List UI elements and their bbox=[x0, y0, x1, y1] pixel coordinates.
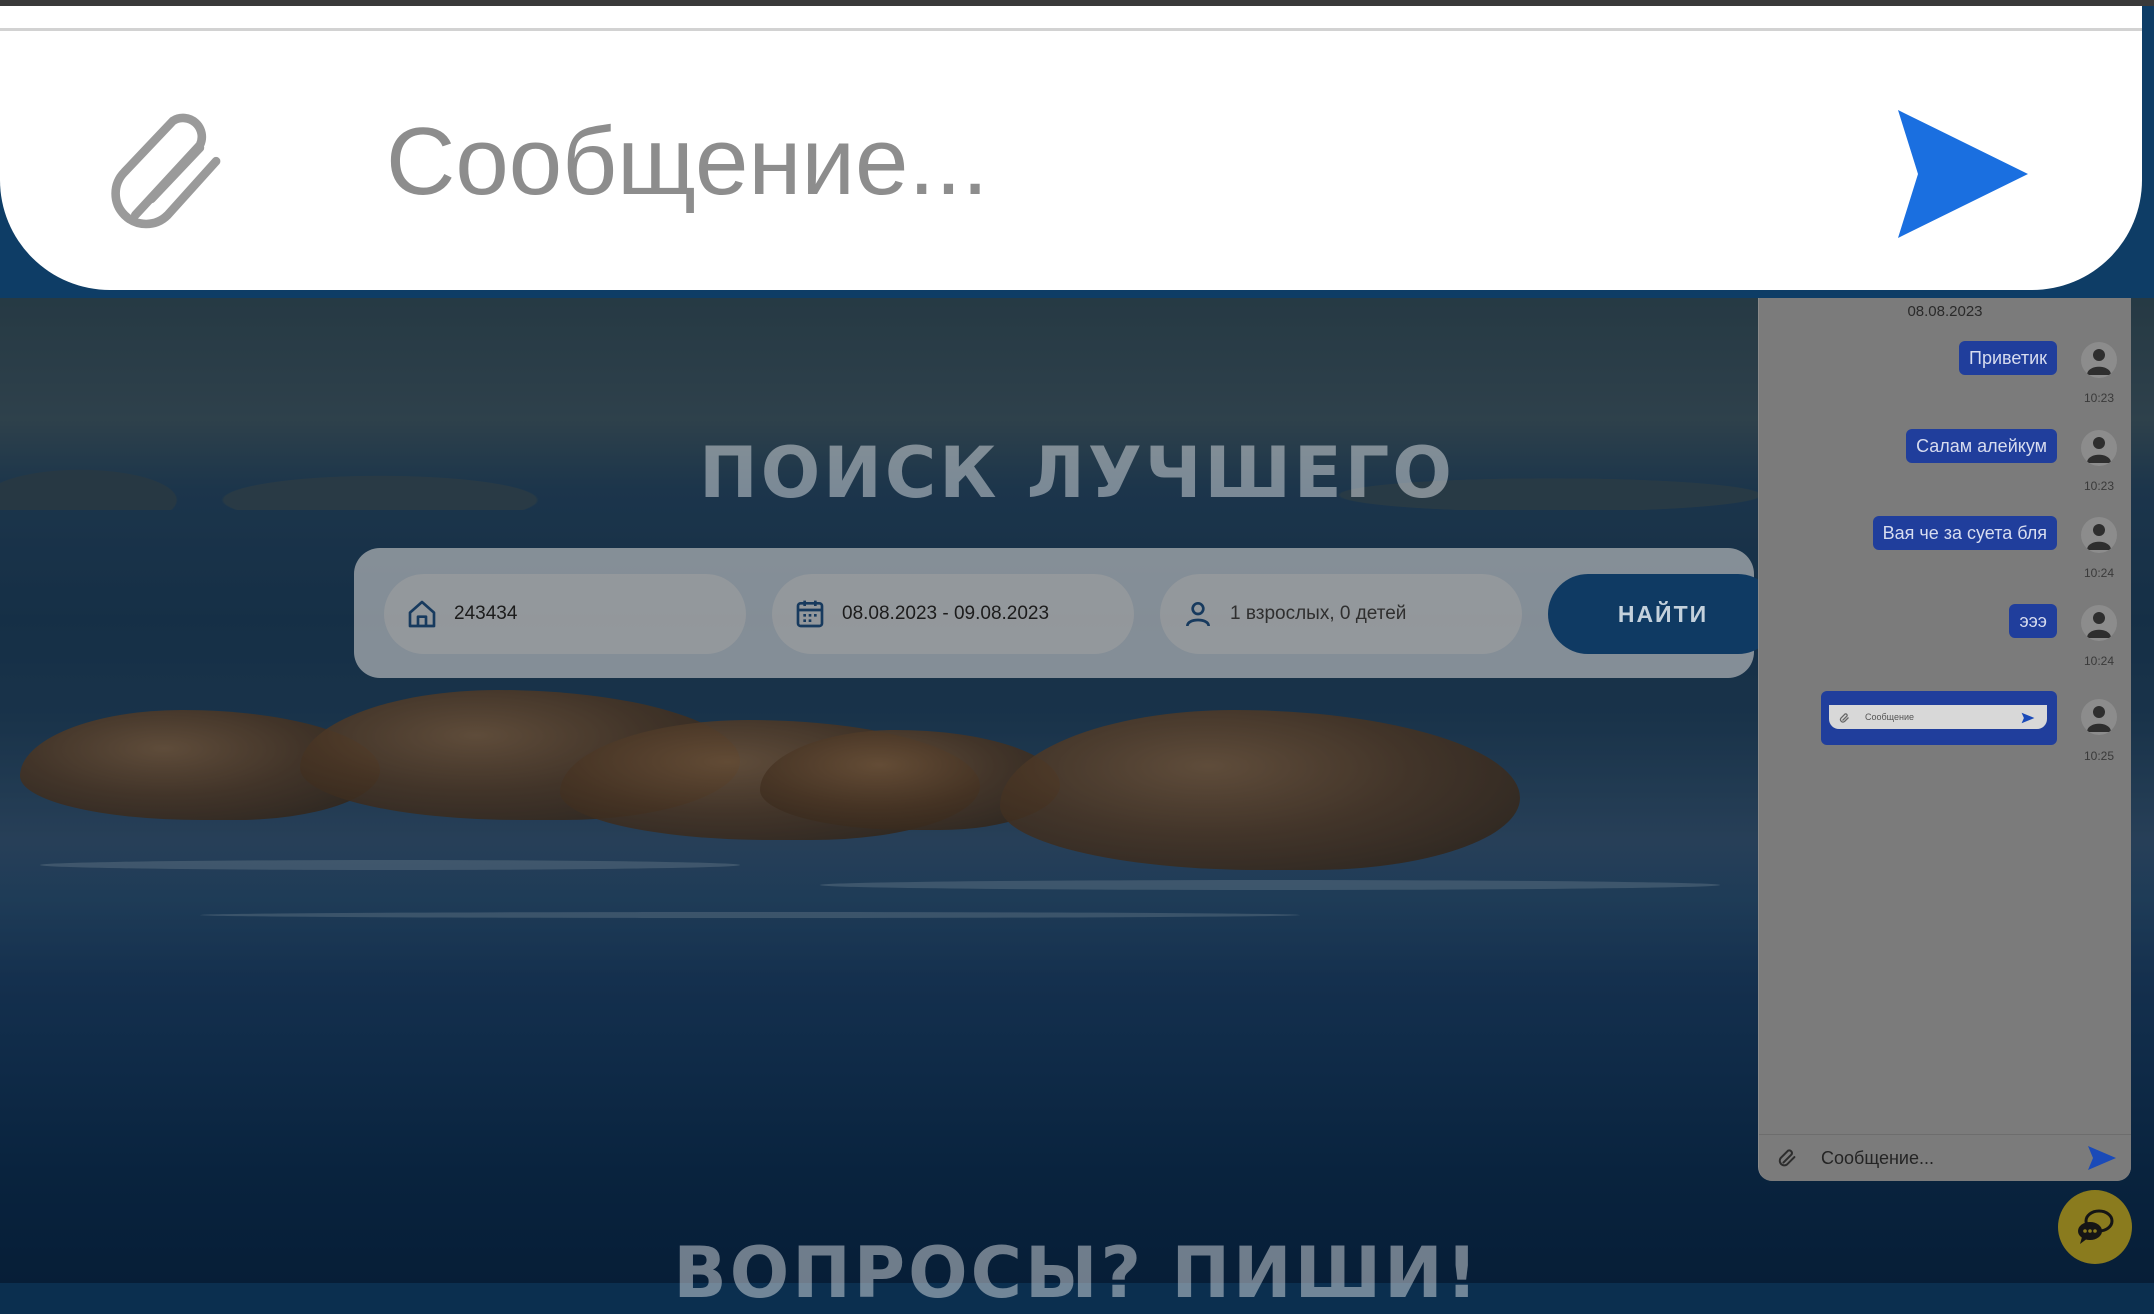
location-value: 243434 bbox=[454, 603, 518, 624]
paperclip-icon bbox=[1839, 711, 1851, 723]
zoomed-chat-composer bbox=[0, 6, 2142, 290]
chat-panel: 08.08.2023 Приветик 10:23 Салам алейкум … bbox=[1758, 297, 2131, 1181]
message-time: 10:25 bbox=[2083, 749, 2115, 763]
search-bar: 243434 08.08.2023 - 09.08.2023 1 взрослы… bbox=[354, 548, 1778, 678]
chat-message-input[interactable] bbox=[1819, 1146, 2087, 1170]
home-icon bbox=[406, 598, 438, 630]
location-field[interactable]: 243434 bbox=[384, 574, 746, 654]
message-bubble[interactable]: Приветик bbox=[1959, 341, 2057, 375]
paperclip-icon[interactable] bbox=[108, 102, 238, 242]
chat-message: Приветик 10:23 bbox=[1759, 341, 2131, 421]
user-avatar-icon bbox=[2081, 605, 2117, 641]
message-time: 10:24 bbox=[2083, 566, 2115, 580]
user-avatar-icon bbox=[2081, 342, 2117, 378]
zoomed-message-input[interactable] bbox=[384, 96, 1788, 228]
send-arrow-icon bbox=[2021, 711, 2035, 724]
person-icon bbox=[1182, 598, 1214, 630]
chat-toggle-button[interactable] bbox=[2058, 1190, 2132, 1264]
chat-bubbles-icon bbox=[2074, 1206, 2116, 1248]
dates-value: 08.08.2023 - 09.08.2023 bbox=[842, 603, 1050, 624]
paperclip-icon[interactable] bbox=[1777, 1147, 1799, 1169]
image-message-bubble[interactable]: Сообщение bbox=[1821, 691, 2057, 745]
send-arrow-icon[interactable] bbox=[2087, 1145, 2117, 1171]
message-time: 10:24 bbox=[2083, 654, 2115, 668]
find-button[interactable]: НАЙТИ bbox=[1548, 574, 1778, 654]
chat-composer bbox=[1759, 1134, 2131, 1181]
chat-message: Вая че за суета бля 10:24 bbox=[1759, 516, 2131, 596]
user-avatar-icon bbox=[2081, 517, 2117, 553]
footer-title: ВОПРОСЫ? ПИШИ! bbox=[673, 1232, 1481, 1314]
chat-message: Сообщение 10:25 bbox=[1759, 691, 2131, 771]
message-time: 10:23 bbox=[2083, 479, 2115, 493]
calendar-icon bbox=[794, 598, 826, 630]
message-bubble[interactable]: эээ bbox=[2009, 604, 2057, 638]
image-thumbnail: Сообщение bbox=[1829, 705, 2047, 729]
composer-divider bbox=[0, 28, 2142, 31]
message-bubble[interactable]: Вая че за суета бля bbox=[1872, 516, 2057, 550]
message-bubble[interactable]: Салам алейкум bbox=[1906, 429, 2057, 463]
message-time: 10:23 bbox=[2083, 391, 2115, 405]
send-arrow-icon[interactable] bbox=[1896, 106, 2030, 242]
guests-field[interactable]: 1 взрослых, 0 детей bbox=[1160, 574, 1522, 654]
user-avatar-icon bbox=[2081, 430, 2117, 466]
guests-value: 1 взрослых, 0 детей bbox=[1230, 603, 1407, 624]
chat-date: 08.08.2023 bbox=[1907, 303, 1983, 320]
chat-message: Салам алейкум 10:23 bbox=[1759, 429, 2131, 509]
thumbnail-text: Сообщение bbox=[1865, 712, 1914, 722]
dates-field[interactable]: 08.08.2023 - 09.08.2023 bbox=[772, 574, 1134, 654]
chat-message: эээ 10:24 bbox=[1759, 604, 2131, 684]
user-avatar-icon bbox=[2081, 699, 2117, 735]
